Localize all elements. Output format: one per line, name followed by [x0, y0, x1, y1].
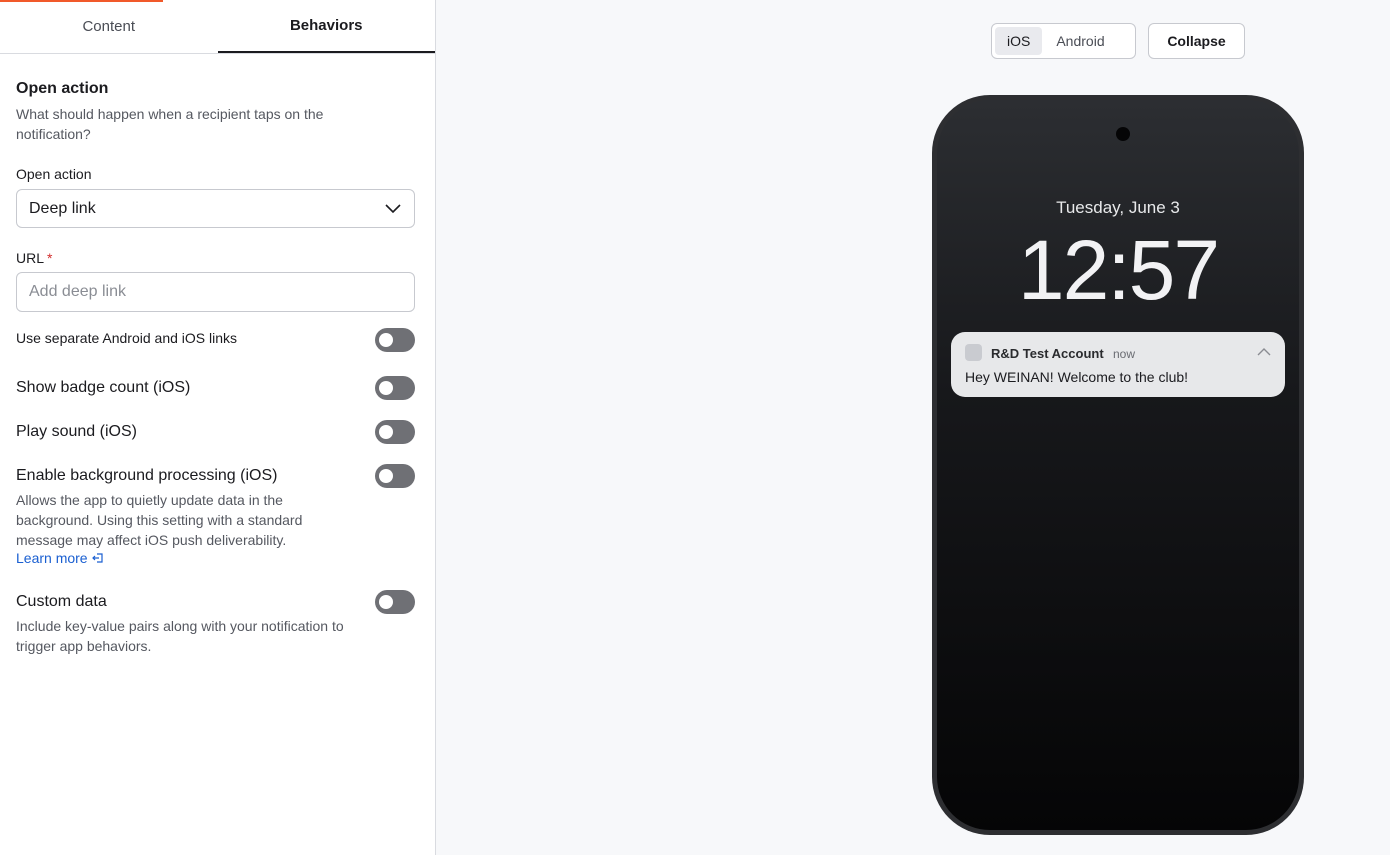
toggle-knob [379, 595, 393, 609]
tab-behaviors[interactable]: Behaviors [217, 0, 435, 53]
required-marker: * [47, 250, 53, 266]
lock-screen: Tuesday, June 3 12:57 R&D Test Account n… [937, 100, 1299, 830]
app-icon [965, 344, 982, 361]
badge-count-label: Show badge count (iOS) [16, 379, 191, 396]
platform-ios-button[interactable]: iOS [995, 27, 1043, 55]
background-processing-label: Enable background processing (iOS) [16, 467, 278, 484]
play-sound-toggle[interactable] [375, 420, 415, 444]
custom-data-description: Include key-value pairs along with your … [16, 618, 344, 654]
url-label-text: URL [16, 250, 45, 266]
toggle-knob [379, 469, 393, 483]
chevron-up-icon [1257, 348, 1271, 356]
play-sound-label: Play sound (iOS) [16, 423, 137, 440]
separate-links-label: Use separate Android and iOS links [16, 330, 238, 346]
behaviors-panel: Content Behaviors Open action What shoul… [0, 0, 436, 855]
custom-data-toggle[interactable] [375, 590, 415, 614]
editor-tabs: Content Behaviors [0, 0, 435, 54]
platform-switcher: iOS Android [991, 23, 1136, 59]
camera-icon [1116, 127, 1130, 141]
lock-screen-date: Tuesday, June 3 [1056, 198, 1180, 217]
lock-screen-time: 12:57 [1017, 223, 1220, 317]
notification-message: Hey WEINAN! Welcome to the club! [965, 369, 1189, 385]
external-link-icon [91, 553, 103, 563]
phone-preview: Tuesday, June 3 12:57 R&D Test Account n… [932, 95, 1304, 835]
tab-content[interactable]: Content [0, 0, 218, 53]
background-processing-description: Allows the app to quietly update data in… [16, 492, 303, 548]
collapse-button[interactable]: Collapse [1148, 23, 1245, 59]
learn-more-link[interactable]: Learn more [16, 550, 104, 566]
url-input[interactable] [16, 272, 415, 312]
notification-app-name: R&D Test Account [991, 346, 1104, 361]
toggle-knob [379, 333, 393, 347]
badge-count-toggle[interactable] [375, 376, 415, 400]
chevron-down-icon [385, 204, 401, 214]
toggle-knob [379, 381, 393, 395]
open-action-select[interactable]: Deep link [16, 189, 415, 228]
url-label: URL * [16, 250, 52, 266]
notification-card: R&D Test Account now Hey WEINAN! Welcome… [951, 332, 1285, 397]
custom-data-label: Custom data [16, 593, 107, 610]
platform-android-button[interactable]: Android [1044, 27, 1116, 55]
section-description: What should happen when a recipient taps… [16, 106, 324, 142]
notification-timestamp: now [1113, 347, 1136, 361]
separate-links-toggle[interactable] [375, 328, 415, 352]
toggle-knob [379, 425, 393, 439]
section-title: Open action [16, 80, 109, 97]
open-action-selected-value: Deep link [29, 199, 96, 217]
background-processing-toggle[interactable] [375, 464, 415, 488]
open-action-label: Open action [16, 166, 92, 182]
learn-more-text: Learn more [16, 550, 88, 566]
